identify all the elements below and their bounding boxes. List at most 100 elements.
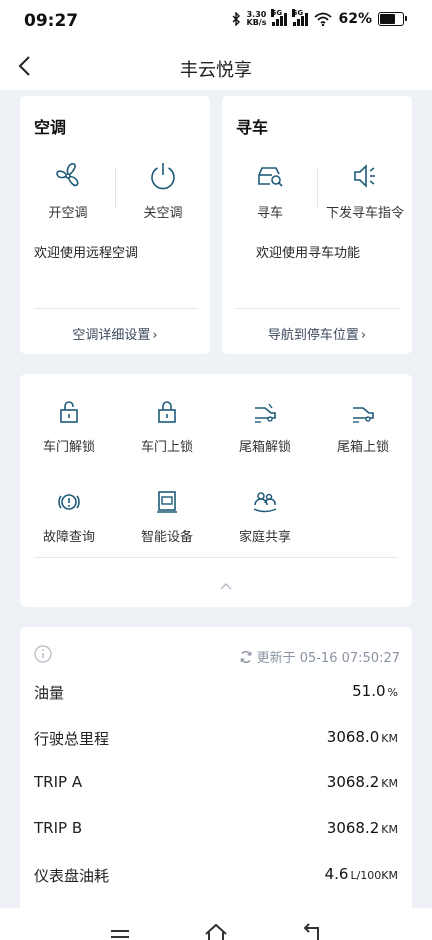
ac-on-button[interactable]: 开空调 xyxy=(23,160,113,221)
row-value: 3068.2 KM xyxy=(327,819,398,837)
trunk-unlock-label: 尾箱解锁 xyxy=(238,440,291,455)
status-icons: 3.30 KB/s 5G 5G 62% xyxy=(231,9,407,27)
odometer-row: 行驶总里程 3068.0 KM xyxy=(34,728,398,750)
find-car-title: 寻车 xyxy=(236,118,269,137)
smart-device-button[interactable]: 智能设备 xyxy=(118,488,216,545)
send-find-command-label: 下发寻车指令 xyxy=(325,206,404,221)
trunk-unlock-button[interactable]: 尾箱解锁 xyxy=(216,398,314,455)
divider xyxy=(236,308,400,309)
value: 4.6 xyxy=(324,865,349,883)
find-car-label: 寻车 xyxy=(256,206,283,221)
refresh-icon xyxy=(239,650,252,663)
fuel-consumption-row: 仪表盘油耗 4.6 L/100KM xyxy=(34,865,398,887)
door-unlock-label: 车门解锁 xyxy=(42,440,95,455)
smart-device-label: 智能设备 xyxy=(140,530,193,545)
signal-icon: 5G xyxy=(271,9,288,26)
row-value: 3068.2 KM xyxy=(327,773,398,791)
signal-label: 5G xyxy=(292,9,304,17)
row-value: 51.0% xyxy=(352,682,398,700)
lock-icon xyxy=(158,401,176,423)
divider xyxy=(34,557,398,558)
ac-card: 空调 开空调 关空调 欢迎使用远程空调 空调详细设置 › xyxy=(20,96,210,354)
update-time: 更新于 05-16 07:50:27 xyxy=(256,651,400,666)
find-car-button[interactable]: 寻车 xyxy=(225,160,315,221)
chevron-right-icon: › xyxy=(360,328,367,343)
car-search-icon xyxy=(258,167,283,187)
divider xyxy=(34,308,198,309)
ac-off-button[interactable]: 关空调 xyxy=(118,160,208,221)
refresh-button[interactable]: 更新于 05-16 07:50:27 xyxy=(239,647,400,666)
collapse-chevron-up-icon[interactable] xyxy=(216,580,236,592)
value: 51.0 xyxy=(352,682,386,700)
status-time: 09:27 xyxy=(24,11,79,31)
trunk-lock-label: 尾箱上锁 xyxy=(336,440,389,455)
row-value: 3068.0 KM xyxy=(327,728,398,746)
row-label: TRIP A xyxy=(34,773,83,791)
divider xyxy=(115,168,116,208)
ac-welcome-text: 欢迎使用远程空调 xyxy=(34,246,139,261)
back-nav-icon[interactable] xyxy=(300,922,324,940)
home-icon[interactable] xyxy=(204,922,228,940)
value: 3068.0 xyxy=(326,728,380,746)
door-unlock-button[interactable]: 车门解锁 xyxy=(20,398,118,455)
ac-off-label: 关空调 xyxy=(143,206,183,221)
bluetooth-icon xyxy=(232,12,240,26)
trunk-unlock-icon xyxy=(255,403,276,423)
signal-label: 5G xyxy=(271,9,283,17)
speaker-icon xyxy=(354,164,375,188)
send-find-command-button[interactable]: 下发寻车指令 xyxy=(320,160,410,221)
vehicle-status-card: 更新于 05-16 07:50:27 油量 51.0% 行驶总里程 3068.0… xyxy=(20,627,412,927)
info-icon[interactable] xyxy=(34,645,52,663)
navigate-to-parking-link[interactable]: 导航到停车位置 › xyxy=(222,324,412,343)
family-share-label: 家庭共享 xyxy=(238,530,291,545)
navigate-to-parking-label: 导航到停车位置 xyxy=(267,328,359,343)
functions-card: 车门解锁 车门上锁 尾箱解锁 尾箱上锁 故障查询 智能设备 家庭共享 xyxy=(20,374,412,607)
unit: KM xyxy=(381,777,398,790)
fuel-row: 油量 51.0% xyxy=(34,682,398,704)
find-car-welcome-text: 欢迎使用寻车功能 xyxy=(256,246,361,261)
app-header: 丰云悦享 xyxy=(0,44,432,90)
unit: L/100KM xyxy=(350,869,398,882)
fault-query-button[interactable]: 故障查询 xyxy=(20,488,118,545)
battery-percent: 62% xyxy=(338,11,372,27)
unit: KM xyxy=(381,823,398,836)
unit: KM xyxy=(381,732,398,745)
status-bar: 09:27 3.30 KB/s 5G 5G 62% xyxy=(0,0,432,44)
system-nav-bar xyxy=(0,908,432,940)
net-speed-unit: KB/s xyxy=(246,18,267,27)
power-icon xyxy=(151,163,175,190)
fault-query-label: 故障查询 xyxy=(42,530,95,545)
ac-settings-link[interactable]: 空调详细设置 › xyxy=(20,324,210,343)
network-speed: 3.30 KB/s xyxy=(247,11,267,27)
door-lock-button[interactable]: 车门上锁 xyxy=(118,398,216,455)
door-lock-label: 车门上锁 xyxy=(140,440,193,455)
ac-on-label: 开空调 xyxy=(48,206,88,221)
row-value: 4.6 L/100KM xyxy=(325,865,398,883)
signal-icon: 5G xyxy=(292,9,309,26)
row-label: TRIP B xyxy=(34,819,83,837)
trip-b-row: TRIP B 3068.2 KM xyxy=(34,819,398,841)
divider xyxy=(317,168,318,208)
menu-icon[interactable] xyxy=(108,922,132,940)
trunk-lock-button[interactable]: 尾箱上锁 xyxy=(314,398,412,455)
family-share-icon xyxy=(253,492,277,513)
row-label: 仪表盘油耗 xyxy=(34,867,110,885)
wifi-icon xyxy=(314,12,333,26)
unlock-icon xyxy=(60,401,78,423)
chevron-right-icon: › xyxy=(152,328,158,343)
unit: % xyxy=(387,686,398,699)
ac-settings-label: 空调详细设置 xyxy=(72,328,151,343)
family-share-button[interactable]: 家庭共享 xyxy=(216,488,314,545)
battery-icon xyxy=(378,12,407,26)
fault-icon xyxy=(58,494,80,510)
ac-card-title: 空调 xyxy=(34,118,67,137)
trip-a-row: TRIP A 3068.2 KM xyxy=(34,773,398,795)
value: 3068.2 xyxy=(326,819,380,837)
find-car-card: 寻车 寻车 下发寻车指令 欢迎使用寻车功能 导航到停车位置 › xyxy=(222,96,412,354)
row-label: 油量 xyxy=(34,684,65,702)
fan-icon xyxy=(56,163,79,187)
smart-device-icon xyxy=(157,491,177,513)
trunk-lock-icon xyxy=(353,407,374,423)
value: 3068.2 xyxy=(326,773,380,791)
page-title: 丰云悦享 xyxy=(180,60,252,81)
